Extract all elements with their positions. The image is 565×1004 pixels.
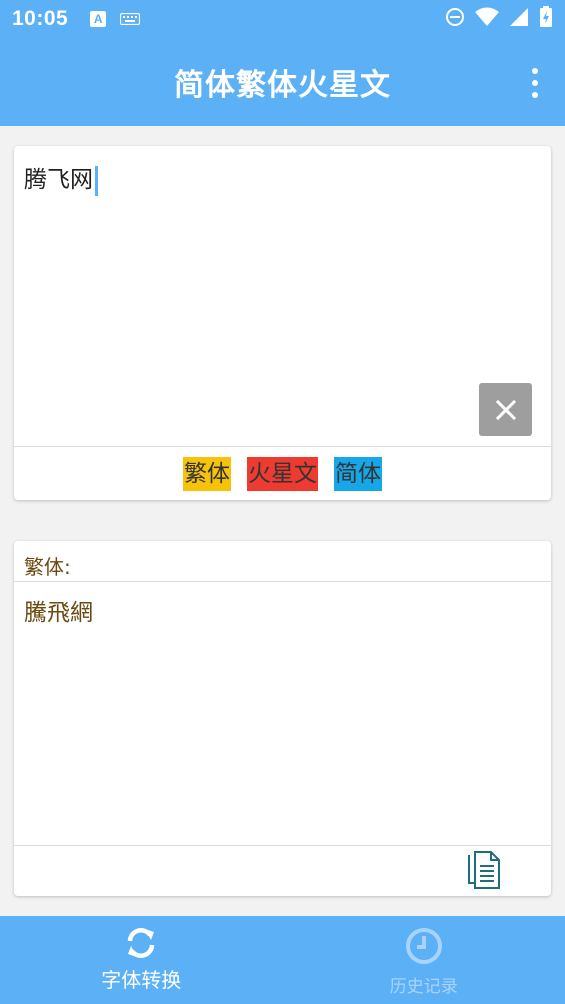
convert-martian-button[interactable]: 火星文 xyxy=(247,456,318,491)
convert-traditional-button[interactable]: 繁体 xyxy=(183,456,231,491)
divider xyxy=(14,845,551,846)
clock-icon xyxy=(405,928,442,964)
do-not-disturb-icon xyxy=(445,7,465,31)
nav-label: 历史记录 xyxy=(389,977,458,997)
more-vert-icon[interactable] xyxy=(527,68,543,98)
nav-label: 字体转换 xyxy=(101,968,182,992)
text-cursor xyxy=(95,165,98,196)
text-input-value: 腾飞网 xyxy=(24,167,93,193)
bottom-navigation: 字体转换 历史记录 xyxy=(0,916,565,1004)
output-text: 騰飛網 xyxy=(24,600,93,626)
convert-options: 繁体 火星文 简体 xyxy=(14,447,551,500)
copy-document-icon[interactable] xyxy=(467,851,501,893)
nav-item-history[interactable]: 历史记录 xyxy=(283,916,565,1004)
page-title: 简体繁体火星文 xyxy=(174,68,391,103)
battery-icon xyxy=(539,6,553,32)
app-bar: 简体繁体火星文 xyxy=(0,38,565,126)
keyboard-icon xyxy=(120,10,141,29)
system-icons xyxy=(445,6,553,32)
status-time: 10:05 xyxy=(12,7,69,30)
divider xyxy=(14,581,551,582)
wifi-icon xyxy=(475,7,499,31)
output-label: 繁体: xyxy=(24,555,71,579)
nav-item-font-convert[interactable]: 字体转换 xyxy=(0,916,283,1004)
close-icon xyxy=(495,399,516,420)
output-card: 繁体: 騰飛網 xyxy=(14,541,551,896)
clear-button[interactable] xyxy=(479,383,532,436)
a-badge-icon: A xyxy=(90,11,107,27)
convert-simplified-button[interactable]: 简体 xyxy=(334,456,382,491)
input-card: 腾飞网 繁体 火星文 简体 xyxy=(14,146,551,500)
signal-icon xyxy=(509,7,529,31)
text-input[interactable]: 腾飞网 xyxy=(24,160,98,196)
status-bar: 10:05 A xyxy=(0,0,565,38)
notification-icons: A xyxy=(90,10,141,29)
sync-icon xyxy=(128,928,155,958)
